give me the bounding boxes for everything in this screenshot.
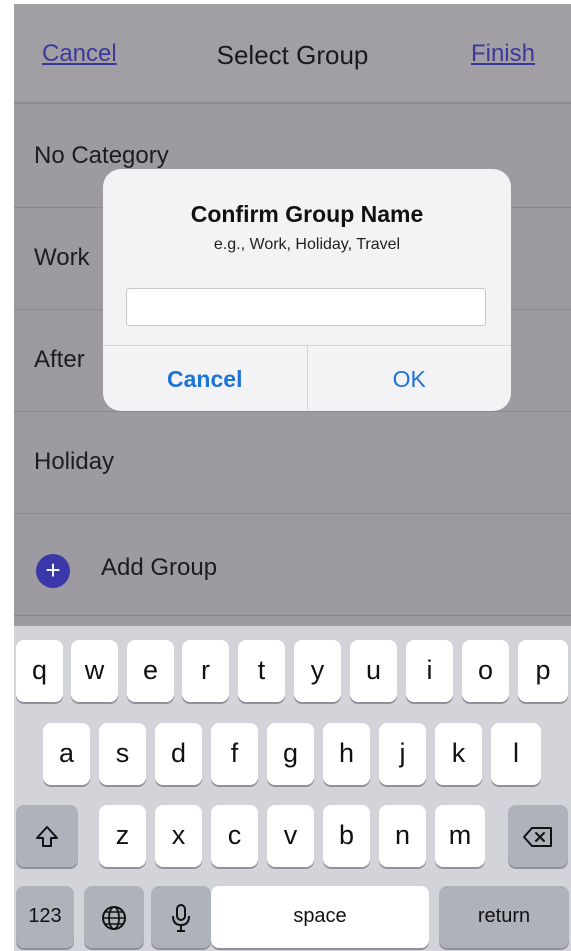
group-name-input[interactable]: [126, 288, 486, 326]
key-h[interactable]: h: [323, 723, 370, 785]
key-t[interactable]: t: [238, 640, 285, 702]
key-k[interactable]: k: [435, 723, 482, 785]
keyboard: q w e r t y u i o p a s d f g h j k l z …: [14, 626, 571, 951]
globe-key[interactable]: [84, 886, 144, 948]
dialog-subtitle: e.g., Work, Holiday, Travel: [213, 236, 401, 253]
navigation-bar: Cancel Select Group Finish: [14, 4, 571, 104]
key-r[interactable]: r: [182, 640, 229, 702]
key-g[interactable]: g: [267, 723, 314, 785]
plus-circle-icon[interactable]: +: [36, 554, 70, 588]
key-j[interactable]: j: [379, 723, 426, 785]
list-item-label: No Category: [34, 142, 169, 169]
key-e[interactable]: e: [127, 640, 174, 702]
backspace-icon: [523, 826, 552, 847]
globe-icon: [102, 905, 126, 930]
dialog-button-bar: Cancel OK: [103, 345, 511, 411]
space-key[interactable]: space: [211, 886, 429, 948]
backspace-key[interactable]: [508, 805, 568, 867]
key-b[interactable]: b: [323, 805, 370, 867]
key-o[interactable]: o: [462, 640, 509, 702]
screen: Cancel Select Group Finish No Category W…: [14, 4, 571, 951]
key-i[interactable]: i: [406, 640, 453, 702]
shift-key[interactable]: [16, 805, 78, 867]
dialog-ok-button[interactable]: OK: [306, 346, 512, 411]
list-item[interactable]: Holiday: [14, 412, 571, 514]
key-c[interactable]: c: [211, 805, 258, 867]
key-x[interactable]: x: [155, 805, 202, 867]
key-m[interactable]: m: [435, 805, 485, 867]
key-q[interactable]: q: [16, 640, 63, 702]
microphone-key[interactable]: [151, 886, 211, 948]
key-u[interactable]: u: [350, 640, 397, 702]
dialog-title: Confirm Group Name: [190, 201, 424, 227]
key-z[interactable]: z: [99, 805, 146, 867]
microphone-icon: [172, 903, 190, 932]
numbers-key[interactable]: 123: [16, 886, 74, 948]
key-l[interactable]: l: [491, 723, 541, 785]
list-item-label: Holiday: [34, 448, 115, 475]
key-f[interactable]: f: [211, 723, 258, 785]
key-p[interactable]: p: [518, 640, 568, 702]
key-n[interactable]: n: [379, 805, 426, 867]
return-key[interactable]: return: [439, 886, 569, 948]
list-item-label: After: [34, 346, 85, 373]
key-y[interactable]: y: [294, 640, 341, 702]
list-item-label: Work: [34, 244, 90, 271]
add-group-label: Add Group: [101, 554, 218, 581]
nav-finish-button[interactable]: Finish: [471, 40, 535, 68]
shift-icon: [36, 825, 58, 847]
key-v[interactable]: v: [267, 805, 314, 867]
dialog-cancel-button[interactable]: Cancel: [103, 346, 307, 411]
add-group-row[interactable]: + Add Group: [14, 514, 571, 616]
key-a[interactable]: a: [43, 723, 90, 785]
key-d[interactable]: d: [155, 723, 202, 785]
confirm-group-dialog: Confirm Group Name e.g., Work, Holiday, …: [103, 169, 511, 411]
key-w[interactable]: w: [71, 640, 118, 702]
key-s[interactable]: s: [99, 723, 146, 785]
